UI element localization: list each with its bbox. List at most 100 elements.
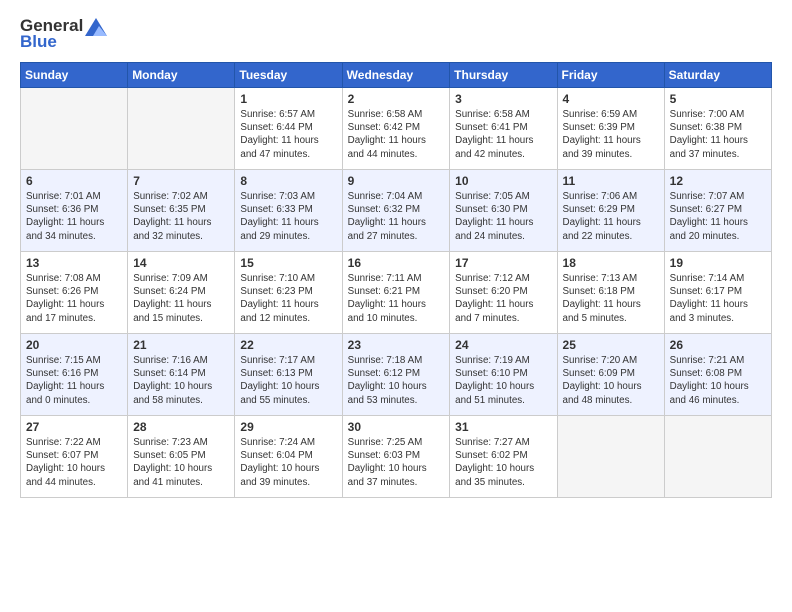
calendar-cell: [21, 88, 128, 170]
day-number: 3: [455, 92, 551, 106]
col-header-saturday: Saturday: [664, 63, 771, 88]
day-info: Sunrise: 7:24 AM Sunset: 6:04 PM Dayligh…: [240, 436, 336, 489]
calendar-cell: 18Sunrise: 7:13 AM Sunset: 6:18 PM Dayli…: [557, 252, 664, 334]
day-number: 8: [240, 174, 336, 188]
day-number: 7: [133, 174, 229, 188]
calendar-cell: 11Sunrise: 7:06 AM Sunset: 6:29 PM Dayli…: [557, 170, 664, 252]
day-number: 30: [348, 420, 445, 434]
day-info: Sunrise: 7:00 AM Sunset: 6:38 PM Dayligh…: [670, 108, 766, 161]
calendar-cell: 22Sunrise: 7:17 AM Sunset: 6:13 PM Dayli…: [235, 334, 342, 416]
logo-icon: [85, 18, 107, 36]
day-info: Sunrise: 7:11 AM Sunset: 6:21 PM Dayligh…: [348, 272, 445, 325]
calendar-cell: 6 Sunrise: 7:01 AM Sunset: 6:36 PM Daylig…: [21, 170, 128, 252]
day-info: Sunrise: 7:13 AM Sunset: 6:18 PM Dayligh…: [563, 272, 659, 325]
calendar-cell: 19 Sunrise: 7:14 AM Sunset: 6:17 PM Dayli…: [664, 252, 771, 334]
col-header-monday: Monday: [128, 63, 235, 88]
day-number: 11: [563, 174, 659, 188]
calendar-cell: 29 Sunrise: 7:24 AM Sunset: 6:04 PM Dayli…: [235, 416, 342, 498]
day-info: Sunrise: 7:08 AM Sunset: 6:26 PM Dayligh…: [26, 272, 122, 325]
day-number: 15: [240, 256, 336, 270]
day-number: 21: [133, 338, 229, 352]
calendar-cell: 25 Sunrise: 7:20 AM Sunset: 6:09 PM Dayli…: [557, 334, 664, 416]
calendar-cell: 3 Sunrise: 6:58 AM Sunset: 6:41 PM Daylig…: [450, 88, 557, 170]
day-info: Sunrise: 7:07 AM Sunset: 6:27 PM Dayligh…: [670, 190, 766, 243]
day-info: Sunrise: 7:27 AM Sunset: 6:02 PM Dayligh…: [455, 436, 551, 489]
day-info: Sunrise: 7:01 AM Sunset: 6:36 PM Dayligh…: [26, 190, 122, 243]
day-number: 1: [240, 92, 336, 106]
col-header-wednesday: Wednesday: [342, 63, 450, 88]
day-info: Sunrise: 6:58 AM Sunset: 6:41 PM Dayligh…: [455, 108, 551, 161]
calendar-cell: 30 Sunrise: 7:25 AM Sunset: 6:03 PM Dayli…: [342, 416, 450, 498]
day-number: 4: [563, 92, 659, 106]
day-number: 14: [133, 256, 229, 270]
calendar-cell: 24Sunrise: 7:19 AM Sunset: 6:10 PM Dayli…: [450, 334, 557, 416]
logo-blue-text: Blue: [20, 32, 57, 52]
calendar-cell: 8 Sunrise: 7:03 AM Sunset: 6:33 PM Daylig…: [235, 170, 342, 252]
day-info: Sunrise: 7:22 AM Sunset: 6:07 PM Dayligh…: [26, 436, 122, 489]
col-header-friday: Friday: [557, 63, 664, 88]
calendar-cell: [128, 88, 235, 170]
day-number: 9: [348, 174, 445, 188]
day-info: Sunrise: 6:57 AM Sunset: 6:44 PM Dayligh…: [240, 108, 336, 161]
col-header-tuesday: Tuesday: [235, 63, 342, 88]
calendar-cell: 16Sunrise: 7:11 AM Sunset: 6:21 PM Dayli…: [342, 252, 450, 334]
day-number: 27: [26, 420, 122, 434]
day-number: 25: [563, 338, 659, 352]
day-info: Sunrise: 7:04 AM Sunset: 6:32 PM Dayligh…: [348, 190, 445, 243]
calendar-cell: 27 Sunrise: 7:22 AM Sunset: 6:07 PM Dayli…: [21, 416, 128, 498]
calendar-week-4: 20Sunrise: 7:15 AM Sunset: 6:16 PM Dayli…: [21, 334, 772, 416]
day-number: 22: [240, 338, 336, 352]
calendar-cell: [557, 416, 664, 498]
calendar-cell: 15 Sunrise: 7:10 AM Sunset: 6:23 PM Dayli…: [235, 252, 342, 334]
day-number: 29: [240, 420, 336, 434]
day-number: 23: [348, 338, 445, 352]
calendar-week-2: 6 Sunrise: 7:01 AM Sunset: 6:36 PM Daylig…: [21, 170, 772, 252]
logo: General Blue: [20, 16, 107, 52]
day-info: Sunrise: 7:25 AM Sunset: 6:03 PM Dayligh…: [348, 436, 445, 489]
calendar-cell: 9 Sunrise: 7:04 AM Sunset: 6:32 PM Daylig…: [342, 170, 450, 252]
calendar-cell: 21 Sunrise: 7:16 AM Sunset: 6:14 PM Dayli…: [128, 334, 235, 416]
day-info: Sunrise: 7:09 AM Sunset: 6:24 PM Dayligh…: [133, 272, 229, 325]
day-number: 12: [670, 174, 766, 188]
day-number: 17: [455, 256, 551, 270]
day-info: Sunrise: 7:23 AM Sunset: 6:05 PM Dayligh…: [133, 436, 229, 489]
calendar-header-row: SundayMondayTuesdayWednesdayThursdayFrid…: [21, 63, 772, 88]
col-header-thursday: Thursday: [450, 63, 557, 88]
col-header-sunday: Sunday: [21, 63, 128, 88]
calendar-cell: 31Sunrise: 7:27 AM Sunset: 6:02 PM Dayli…: [450, 416, 557, 498]
calendar-cell: 12 Sunrise: 7:07 AM Sunset: 6:27 PM Dayli…: [664, 170, 771, 252]
calendar-cell: 5 Sunrise: 7:00 AM Sunset: 6:38 PM Daylig…: [664, 88, 771, 170]
day-info: Sunrise: 6:59 AM Sunset: 6:39 PM Dayligh…: [563, 108, 659, 161]
page-header: General Blue: [20, 16, 772, 52]
calendar-cell: 7Sunrise: 7:02 AM Sunset: 6:35 PM Daylig…: [128, 170, 235, 252]
day-number: 10: [455, 174, 551, 188]
day-number: 6: [26, 174, 122, 188]
calendar-cell: 23Sunrise: 7:18 AM Sunset: 6:12 PM Dayli…: [342, 334, 450, 416]
calendar-cell: 13 Sunrise: 7:08 AM Sunset: 6:26 PM Dayli…: [21, 252, 128, 334]
day-number: 2: [348, 92, 445, 106]
calendar-week-5: 27 Sunrise: 7:22 AM Sunset: 6:07 PM Dayli…: [21, 416, 772, 498]
calendar-cell: 28Sunrise: 7:23 AM Sunset: 6:05 PM Dayli…: [128, 416, 235, 498]
day-number: 5: [670, 92, 766, 106]
calendar-cell: 17 Sunrise: 7:12 AM Sunset: 6:20 PM Dayli…: [450, 252, 557, 334]
day-info: Sunrise: 7:12 AM Sunset: 6:20 PM Dayligh…: [455, 272, 551, 325]
day-info: Sunrise: 7:10 AM Sunset: 6:23 PM Dayligh…: [240, 272, 336, 325]
calendar-cell: [664, 416, 771, 498]
day-info: Sunrise: 7:03 AM Sunset: 6:33 PM Dayligh…: [240, 190, 336, 243]
calendar-cell: 14 Sunrise: 7:09 AM Sunset: 6:24 PM Dayli…: [128, 252, 235, 334]
day-info: Sunrise: 6:58 AM Sunset: 6:42 PM Dayligh…: [348, 108, 445, 161]
calendar-cell: 4 Sunrise: 6:59 AM Sunset: 6:39 PM Daylig…: [557, 88, 664, 170]
day-info: Sunrise: 7:05 AM Sunset: 6:30 PM Dayligh…: [455, 190, 551, 243]
day-info: Sunrise: 7:16 AM Sunset: 6:14 PM Dayligh…: [133, 354, 229, 407]
calendar-cell: 10 Sunrise: 7:05 AM Sunset: 6:30 PM Dayli…: [450, 170, 557, 252]
day-info: Sunrise: 7:21 AM Sunset: 6:08 PM Dayligh…: [670, 354, 766, 407]
day-number: 24: [455, 338, 551, 352]
day-number: 19: [670, 256, 766, 270]
day-number: 26: [670, 338, 766, 352]
day-info: Sunrise: 7:14 AM Sunset: 6:17 PM Dayligh…: [670, 272, 766, 325]
day-number: 20: [26, 338, 122, 352]
day-number: 13: [26, 256, 122, 270]
calendar-cell: 2 Sunrise: 6:58 AM Sunset: 6:42 PM Daylig…: [342, 88, 450, 170]
day-info: Sunrise: 7:20 AM Sunset: 6:09 PM Dayligh…: [563, 354, 659, 407]
calendar-week-1: 1 Sunrise: 6:57 AM Sunset: 6:44 PM Daylig…: [21, 88, 772, 170]
